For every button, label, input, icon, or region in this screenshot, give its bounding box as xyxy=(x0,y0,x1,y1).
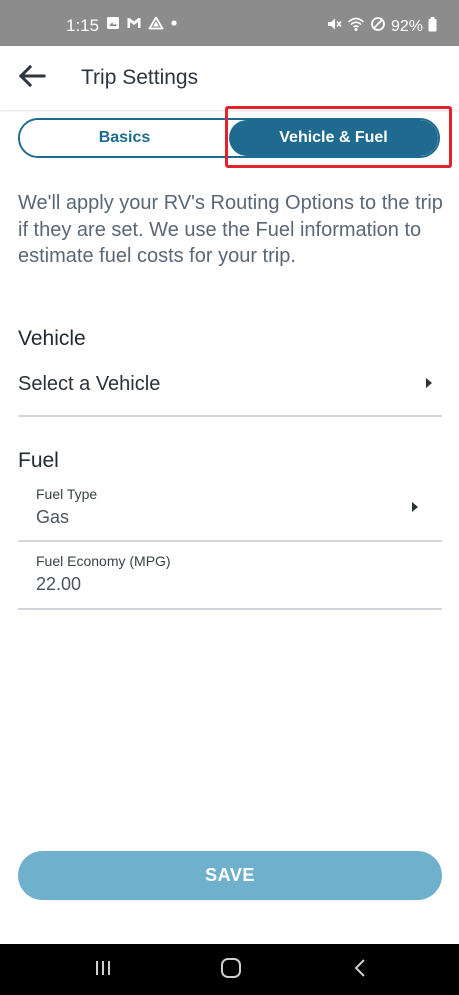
recent-apps-button[interactable] xyxy=(88,957,118,983)
fuel-economy-row[interactable]: Fuel Economy (MPG) 22.00 xyxy=(18,542,442,610)
tab-basics[interactable]: Basics xyxy=(20,120,229,156)
status-bar: 1:15 92% xyxy=(0,0,459,46)
fuel-type-row[interactable]: Fuel Type Gas xyxy=(18,476,442,542)
fuel-type-value: Gas xyxy=(36,507,70,527)
dot-icon xyxy=(170,16,178,35)
fuel-type-label: Fuel Type xyxy=(36,486,98,502)
chevron-right-icon xyxy=(426,378,432,388)
nav-bar xyxy=(0,944,459,995)
tab-vehicle-fuel[interactable]: Vehicle & Fuel xyxy=(229,120,438,156)
fuel-section-header: Fuel xyxy=(18,449,59,472)
nav-back-button[interactable] xyxy=(345,957,375,983)
drive-icon xyxy=(148,16,164,35)
status-time: 1:15 xyxy=(66,16,100,35)
fuel-economy-value[interactable]: 22.00 xyxy=(36,573,81,595)
wifi-call-icon xyxy=(347,16,365,37)
save-button[interactable]: SAVE xyxy=(18,851,442,900)
description-text: We'll apply your RV's Routing Options to… xyxy=(18,192,443,267)
back-button[interactable] xyxy=(12,60,52,96)
home-icon xyxy=(220,957,242,984)
vehicle-section-header: Vehicle xyxy=(18,327,86,350)
arrow-left-icon xyxy=(17,64,47,93)
status-right-icons: 92% xyxy=(326,16,437,37)
back-icon xyxy=(352,958,368,983)
tab-switcher: Basics Vehicle & Fuel xyxy=(18,118,440,158)
status-left-icons xyxy=(106,16,178,35)
select-vehicle-row[interactable]: Select a Vehicle xyxy=(18,360,442,417)
select-vehicle-label: Select a Vehicle xyxy=(18,373,161,395)
chevron-right-icon xyxy=(412,502,418,512)
app-bar: Trip Settings xyxy=(0,46,459,110)
battery-percent: 92% xyxy=(390,17,423,35)
image-icon xyxy=(106,16,120,35)
do-not-disturb-icon xyxy=(370,16,386,37)
page-title: Trip Settings xyxy=(81,66,199,89)
screen: 1:15 92% Trip Settings Basics Vehicle & … xyxy=(0,0,459,995)
gmail-icon xyxy=(126,16,142,35)
recent-apps-icon xyxy=(93,959,113,982)
mute-icon xyxy=(326,16,342,37)
home-button[interactable] xyxy=(216,957,246,983)
battery-icon xyxy=(428,16,437,37)
fuel-economy-label: Fuel Economy (MPG) xyxy=(36,553,171,569)
